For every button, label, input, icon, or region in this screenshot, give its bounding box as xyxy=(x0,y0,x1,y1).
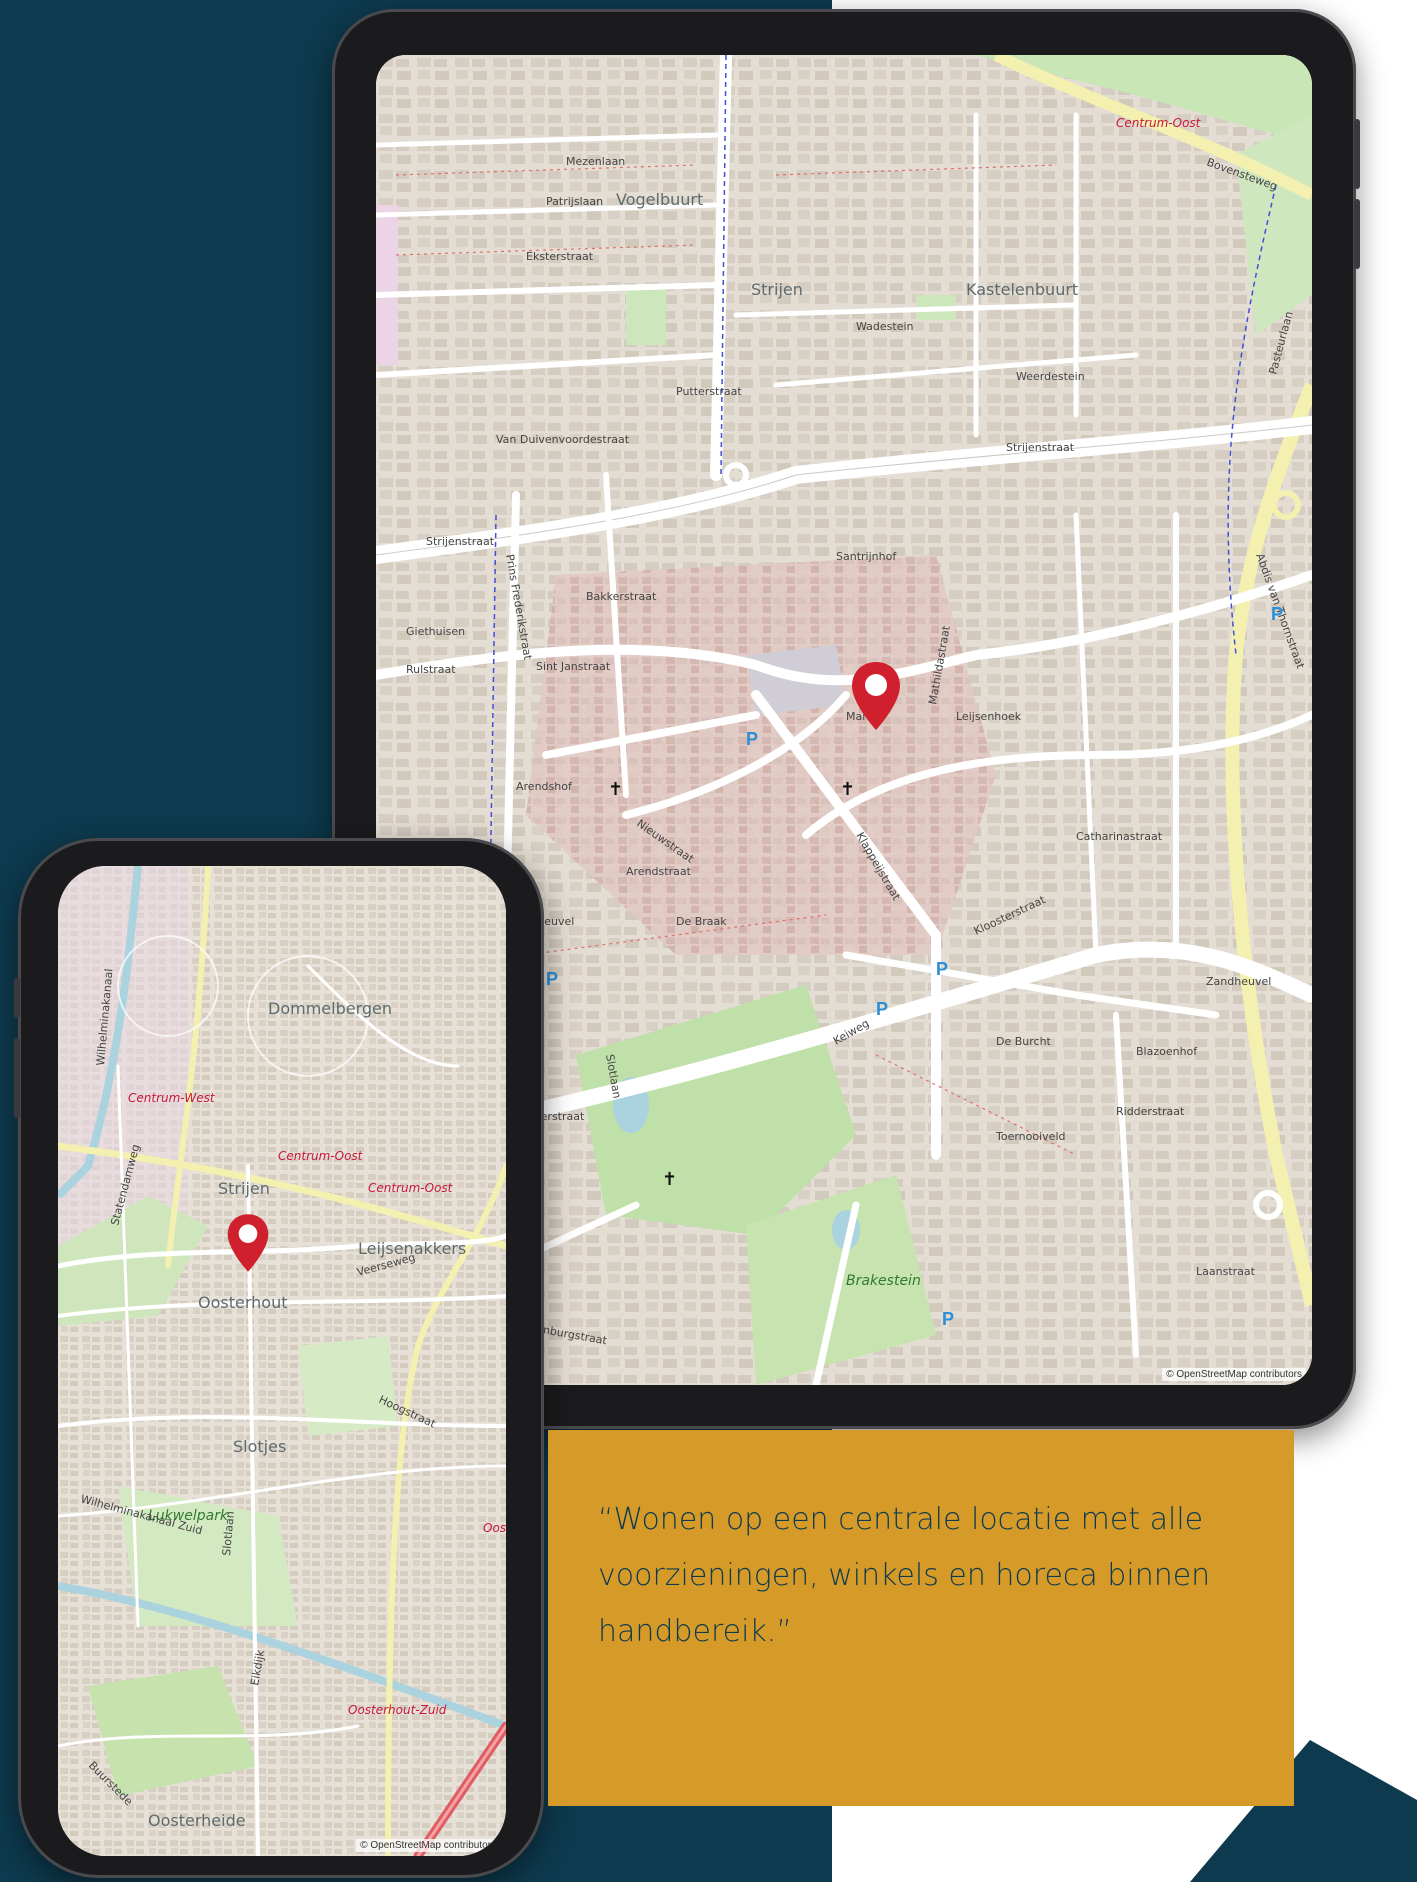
street-label-rulstraat: Rulstraat xyxy=(406,663,456,676)
quote-box: “Wonen op een centrale locatie met alle … xyxy=(548,1430,1294,1806)
svg-text:P: P xyxy=(942,1309,954,1329)
station-label-centrum-west: Centrum-West xyxy=(128,1091,216,1105)
street-label-toernooiveld: Toernooiveld xyxy=(995,1130,1065,1143)
street-label-arendshof: Arendshof xyxy=(516,780,573,793)
place-label-oosterhout: Oosterhout xyxy=(198,1293,287,1312)
svg-text:✝: ✝ xyxy=(840,779,855,800)
svg-text:✝: ✝ xyxy=(608,779,623,800)
street-label-patrijslaan: Patrijslaan xyxy=(546,195,603,208)
street-label-wadestein: Wadestein xyxy=(856,320,914,333)
place-label-strijen: Strijen xyxy=(218,1179,270,1198)
tablet-side-button xyxy=(1354,119,1360,189)
phone-side-button xyxy=(14,978,20,1018)
station-label-centrum-oost: Centrum-Oost xyxy=(278,1149,364,1163)
phone-device: Dommelbergen Centrum-West Centrum-Oost C… xyxy=(14,838,544,1878)
svg-text:P: P xyxy=(1271,604,1283,624)
location-pin-icon xyxy=(852,662,900,730)
street-label-ridderstraat: Ridderstraat xyxy=(1116,1105,1185,1118)
svg-text:P: P xyxy=(876,999,888,1019)
street-label-weerdestein: Weerdestein xyxy=(1016,370,1085,383)
station-label-centrum-oost-2: Centrum-Oost xyxy=(368,1181,454,1195)
street-label-de-braak: De Braak xyxy=(676,915,727,928)
street-label-catharinastraat: Catharinastraat xyxy=(1076,830,1163,843)
street-label-mezenlaan: Mezenlaan xyxy=(566,155,625,168)
svg-text:✝: ✝ xyxy=(662,1169,677,1190)
quote-text: “Wonen op een centrale locatie met alle … xyxy=(598,1502,1211,1649)
location-pin-icon xyxy=(227,1214,269,1272)
station-label-centrum-oost: Centrum-Oost xyxy=(1116,116,1202,130)
street-label-bakkerstraat: Bakkerstraat xyxy=(586,590,657,603)
place-label-kastelenbuurt: Kastelenbuurt xyxy=(966,280,1078,299)
phone-map-screen[interactable]: Dommelbergen Centrum-West Centrum-Oost C… xyxy=(58,866,506,1856)
street-label-eksterstraat: Eksterstraat xyxy=(526,250,594,263)
place-label-dommelbergen: Dommelbergen xyxy=(268,999,392,1018)
svg-text:P: P xyxy=(546,969,558,989)
street-label-de-burcht: De Burcht xyxy=(996,1035,1052,1048)
street-label-zandheuvel: Zandheuvel xyxy=(1206,975,1271,988)
place-label-oosterheide: Oosterheide xyxy=(148,1811,246,1830)
phone-map[interactable]: Dommelbergen Centrum-West Centrum-Oost C… xyxy=(58,866,506,1856)
street-label-santrijnhof: Santrijnhof xyxy=(836,550,897,563)
street-label-van-duivenvoordestraat: Van Duivenvoordestraat xyxy=(496,433,630,446)
place-label-strijen: Strijen xyxy=(751,280,803,299)
station-label-oosterhout-zuid: Oosterhout-Zuid xyxy=(348,1703,447,1717)
street-label-strijenstraat: Strijenstraat xyxy=(1006,441,1075,454)
street-label-blazoenhof: Blazoenhof xyxy=(1136,1045,1198,1058)
street-label-strijenstraat-west: Strijenstraat xyxy=(426,535,495,548)
place-label-vogelbuurt: Vogelbuurt xyxy=(616,190,703,209)
tablet-side-button xyxy=(1354,199,1360,269)
street-label-arendstraat: Arendstraat xyxy=(626,865,692,878)
svg-text:P: P xyxy=(746,729,758,749)
street-label-leijsenhoek: Leijsenhoek xyxy=(956,710,1022,723)
page-number: 2 xyxy=(1401,1851,1417,1876)
street-label-giethuisen: Giethuisen xyxy=(406,625,465,638)
map-attribution[interactable]: © OpenStreetMap contributors xyxy=(1162,1368,1306,1381)
street-label-laanstraat: Laanstraat xyxy=(1196,1265,1256,1278)
place-label-slotjes: Slotjes xyxy=(233,1437,286,1456)
map-attribution[interactable]: © OpenStreetMap contributors xyxy=(356,1839,500,1852)
svg-text:P: P xyxy=(936,959,948,979)
street-label-putterstraat: Putterstraat xyxy=(676,385,742,398)
station-label-oost: Oost xyxy=(483,1521,506,1535)
phone-side-button xyxy=(14,1038,20,1118)
street-label-sint-janstraat: Sint Janstraat xyxy=(536,660,611,673)
park-label-brakestein: Brakestein xyxy=(846,1273,921,1289)
